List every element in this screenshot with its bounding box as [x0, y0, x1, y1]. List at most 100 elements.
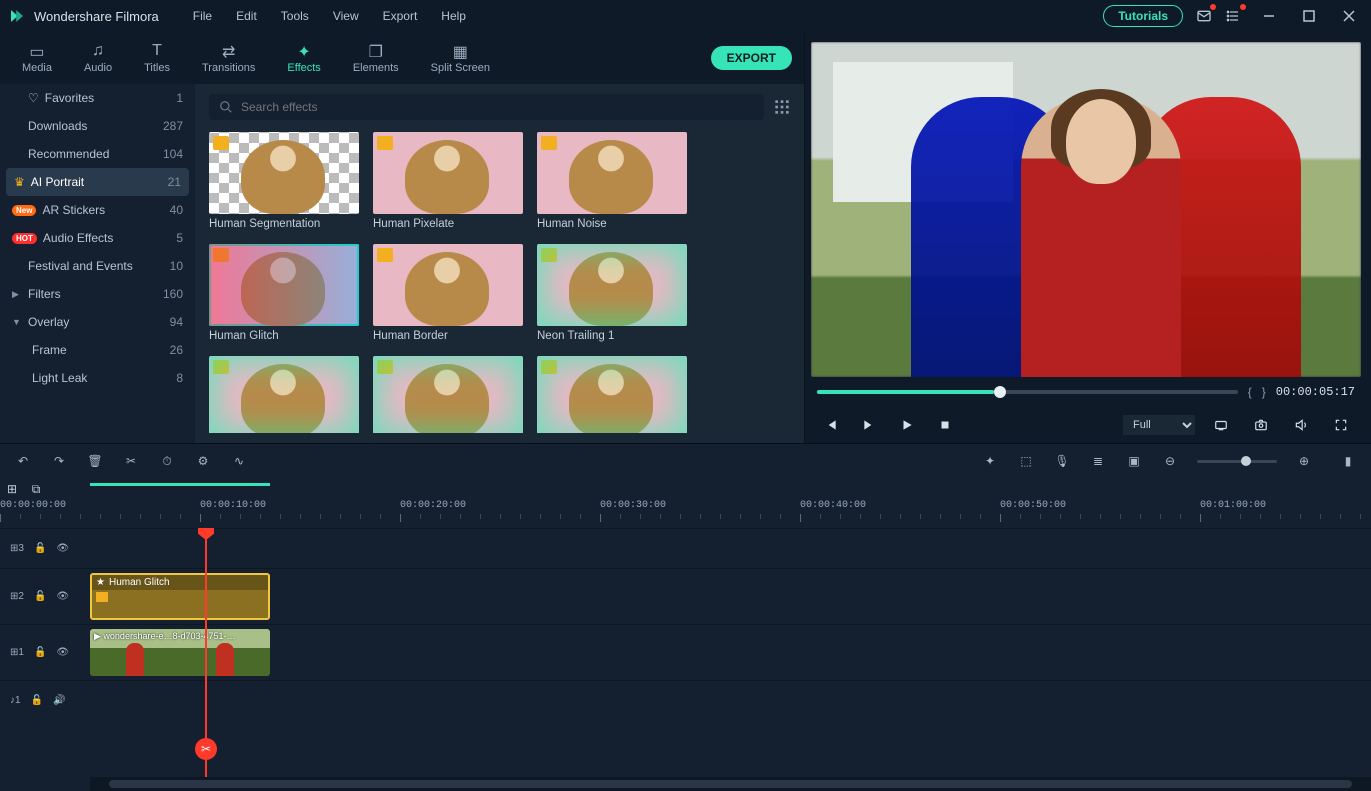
effect-card[interactable]: Human Glitch [209, 244, 359, 342]
stop-button[interactable] [931, 413, 959, 437]
tab-splitscreen[interactable]: ▦Split Screen [421, 38, 500, 78]
window-close[interactable] [1335, 6, 1363, 26]
eye-icon[interactable]: 👁 [56, 591, 69, 602]
effect-thumbnail[interactable] [373, 244, 523, 326]
timeline-toolbar: ↶ ↷ 🗑 ✂ ⏱ ⚙ ∿ ✦ ⬚ 🎙 ≣ ▣ ⊖ ⊕ ▮ [0, 444, 1371, 478]
record-voiceover-icon[interactable]: 🎙 [1053, 454, 1071, 468]
cat-ai-portrait[interactable]: ♛AI Portrait21 [6, 168, 189, 196]
fullscreen-icon[interactable] [1327, 413, 1355, 437]
preview-quality-select[interactable]: Full [1123, 415, 1195, 435]
tasks-icon[interactable] [1225, 7, 1243, 25]
eye-icon[interactable]: 👁 [56, 647, 69, 658]
video-preview[interactable] [811, 42, 1361, 377]
zoom-out-icon[interactable]: ⊖ [1161, 454, 1179, 468]
prev-frame-button[interactable] [817, 413, 845, 437]
ruler-tick: 00:00:40:00 [800, 500, 866, 511]
menu-view[interactable]: View [323, 5, 369, 27]
effect-thumbnail[interactable] [537, 132, 687, 214]
effect-card[interactable]: Human Noise [537, 132, 687, 230]
timeline-zoom-slider[interactable] [1197, 460, 1277, 463]
view-grid-icon[interactable] [774, 99, 790, 115]
cat-filters[interactable]: ▶Filters160 [0, 280, 195, 308]
audio-wave-icon[interactable]: ∿ [230, 454, 248, 468]
tab-elements[interactable]: ❐Elements [343, 38, 409, 78]
tab-media[interactable]: ▭Media [12, 38, 62, 78]
cat-audio-effects[interactable]: HOTAudio Effects5 [0, 224, 195, 252]
delete-icon[interactable]: 🗑 [86, 454, 104, 468]
eye-icon[interactable]: 👁 [56, 543, 69, 554]
cat-festival-events[interactable]: Festival and Events10 [0, 252, 195, 280]
effect-thumbnail[interactable] [209, 356, 359, 433]
speed-icon[interactable]: ⏱ [158, 454, 176, 469]
tab-effects[interactable]: ✦Effects [277, 38, 330, 78]
effect-card[interactable]: Human Border [373, 244, 523, 342]
mark-out-icon[interactable]: } [1262, 385, 1266, 399]
tab-titles[interactable]: TTitles [134, 38, 180, 78]
cat-overlay[interactable]: ▼Overlay94 [0, 308, 195, 336]
window-minimize[interactable] [1255, 6, 1283, 26]
export-button[interactable]: EXPORT [711, 46, 792, 70]
scissors-icon[interactable]: ✂ [195, 738, 217, 760]
tab-audio[interactable]: ♫Audio [74, 38, 122, 78]
timeline-settings-icon[interactable]: ▮ [1339, 454, 1357, 468]
menu-help[interactable]: Help [431, 5, 476, 27]
menu-tools[interactable]: Tools [271, 5, 319, 27]
cat-downloads[interactable]: Downloads287 [0, 112, 195, 140]
zoom-in-icon[interactable]: ⊕ [1295, 454, 1313, 468]
effect-name: Neon Trailing 1 [537, 330, 687, 342]
mixer-icon[interactable]: ≣ [1089, 454, 1107, 468]
search-input[interactable] [209, 94, 764, 120]
detach-preview-icon[interactable] [1207, 413, 1235, 437]
tab-transitions[interactable]: ⇄Transitions [192, 38, 265, 78]
effect-thumbnail[interactable] [373, 132, 523, 214]
crown-icon [377, 360, 393, 374]
timeline-ruler[interactable]: 00:00:00:0000:00:10:0000:00:20:0000:00:3… [0, 500, 1371, 528]
effect-card[interactable] [209, 356, 359, 433]
adjust-icon[interactable]: ⚙ [194, 454, 212, 468]
snapshot-icon[interactable] [1247, 413, 1275, 437]
marker-icon[interactable]: ⬚ [1017, 454, 1035, 468]
lock-icon[interactable]: 🔓 [31, 695, 43, 706]
play-button[interactable] [893, 413, 921, 437]
effect-card[interactable] [373, 356, 523, 433]
redo-icon[interactable]: ↷ [50, 454, 68, 468]
lock-icon[interactable]: 🔓 [34, 647, 46, 658]
lock-icon[interactable]: 🔓 [34, 543, 46, 554]
volume-icon[interactable] [1287, 413, 1315, 437]
tutorials-button[interactable]: Tutorials [1103, 5, 1183, 27]
messages-icon[interactable] [1195, 7, 1213, 25]
mark-in-icon[interactable]: { [1248, 385, 1252, 399]
effect-thumbnail[interactable] [537, 356, 687, 433]
speaker-icon[interactable]: 🔊 [53, 695, 65, 706]
lock-icon[interactable]: 🔓 [34, 591, 46, 602]
menu-file[interactable]: File [183, 5, 222, 27]
cat-light-leak[interactable]: Light Leak8 [0, 364, 195, 392]
add-track-icon[interactable]: ⊞ [0, 482, 24, 496]
cat-recommended[interactable]: Recommended104 [0, 140, 195, 168]
cat-frame[interactable]: Frame26 [0, 336, 195, 364]
menu-export[interactable]: Export [373, 5, 428, 27]
effect-clip[interactable]: ★Human Glitch [90, 573, 270, 620]
undo-icon[interactable]: ↶ [14, 454, 32, 468]
cat-ar-stickers[interactable]: NewAR Stickers40 [0, 196, 195, 224]
next-frame-button[interactable] [855, 413, 883, 437]
window-maximize[interactable] [1295, 6, 1323, 26]
effect-card[interactable]: Human Segmentation [209, 132, 359, 230]
link-toggle-icon[interactable]: ⧉ [24, 482, 48, 497]
playhead[interactable]: ✂ [205, 528, 207, 777]
timeline-hscrollbar[interactable] [90, 777, 1371, 791]
cat-favorites[interactable]: ♡Favorites1 [0, 84, 195, 112]
effect-card[interactable] [537, 356, 687, 433]
menu-edit[interactable]: Edit [226, 5, 267, 27]
render-preview-icon[interactable]: ✦ [981, 454, 999, 468]
video-clip[interactable]: ▶ wondershare-e…8-d703-4751-… [90, 629, 270, 676]
effect-card[interactable]: Human Pixelate [373, 132, 523, 230]
preview-scrubber[interactable] [817, 390, 1238, 394]
effect-thumbnail[interactable] [209, 132, 359, 214]
effect-thumbnail[interactable] [537, 244, 687, 326]
split-icon[interactable]: ✂ [122, 454, 140, 468]
effect-card[interactable]: Neon Trailing 1 [537, 244, 687, 342]
crop-icon[interactable]: ▣ [1125, 454, 1143, 468]
effect-thumbnail[interactable] [373, 356, 523, 433]
effect-thumbnail[interactable] [209, 244, 359, 326]
